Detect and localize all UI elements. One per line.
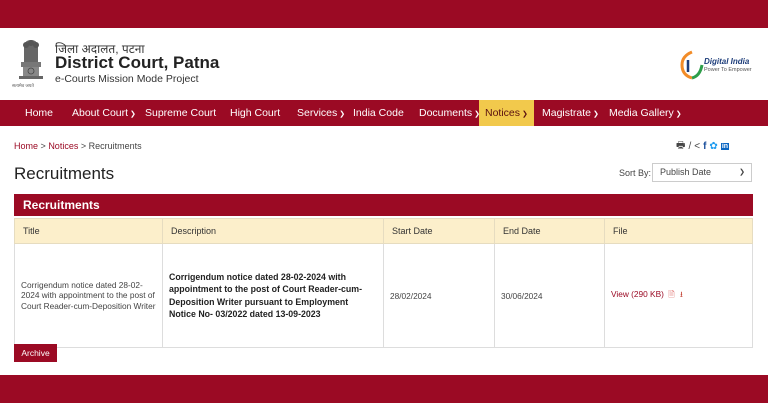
column-header-file: File <box>604 218 753 244</box>
view-file-link[interactable]: View (290 KB) <box>611 289 664 299</box>
main-nav: Home About Court ❯ Supreme Court High Cou… <box>0 100 768 126</box>
chevron-down-icon: ❯ <box>339 111 346 118</box>
digital-india-title: Digital India <box>704 57 750 66</box>
print-icon[interactable]: 🖶 <box>676 138 685 155</box>
sort-select-value: Publish Date <box>660 167 712 177</box>
archive-button[interactable]: Archive <box>14 344 57 362</box>
sort-label: Sort By: <box>619 168 652 178</box>
row-end-date: 30/06/2024 <box>494 243 605 348</box>
twitter-icon[interactable]: ✿ <box>709 141 717 152</box>
row-start-date: 28/02/2024 <box>383 243 495 348</box>
breadcrumb-home[interactable]: Home <box>14 141 38 151</box>
emblem-caption: सत्यमेव जयते <box>12 83 34 88</box>
top-strip <box>0 0 768 28</box>
sort-select[interactable]: Publish Date ❯ <box>652 163 752 182</box>
nav-notices[interactable]: Notices ❯ <box>479 100 534 126</box>
pdf-icon: 🗎 <box>668 289 675 299</box>
nav-documents-label: Documents <box>419 107 473 119</box>
breadcrumb-current: Recruitments <box>88 141 142 151</box>
breadcrumb-separator: > <box>80 141 87 151</box>
share-bar: 🖶 / < f ✿ in <box>676 138 730 155</box>
footer <box>0 375 768 403</box>
download-icon[interactable]: ⭳ <box>680 290 683 299</box>
nav-documents[interactable]: Documents ❯ <box>419 100 480 126</box>
project-subtitle: e-Courts Mission Mode Project <box>55 73 199 85</box>
nav-home[interactable]: Home <box>25 100 53 126</box>
nav-india-code-label: India Code <box>353 107 404 119</box>
column-header-end-date: End Date <box>494 218 605 244</box>
column-header-description: Description <box>162 218 384 244</box>
chevron-down-icon: ❯ <box>739 169 745 176</box>
chevron-down-icon: ❯ <box>522 111 528 118</box>
nav-services-label: Services <box>297 107 338 119</box>
breadcrumb: Home > Notices > Recruitments <box>14 141 142 151</box>
nav-media-gallery[interactable]: Media Gallery ❯ <box>609 100 682 126</box>
nav-about-court-label: About Court <box>72 107 129 119</box>
court-name[interactable]: District Court, Patna <box>55 53 219 73</box>
digital-india-subtitle: Power To Empower <box>704 67 752 73</box>
facebook-icon[interactable]: f <box>703 141 706 152</box>
row-title: Corrigendum notice dated 28-02-2024 with… <box>14 243 163 348</box>
site-header: सत्यमेव जयते जिला अदालत, पटना District C… <box>0 28 768 100</box>
nav-supreme-court[interactable]: Supreme Court <box>145 100 216 126</box>
breadcrumb-separator: > <box>40 141 46 151</box>
nav-high-court-label: High Court <box>230 107 281 119</box>
nav-about-court[interactable]: About Court ❯ <box>72 100 136 126</box>
table-row: Corrigendum notice dated 28-02-2024 with… <box>14 243 753 348</box>
nav-services[interactable]: Services ❯ <box>297 100 345 126</box>
linkedin-icon[interactable]: in <box>720 143 730 150</box>
recruitments-table: Title Description Start Date End Date Fi… <box>14 218 753 348</box>
column-header-title: Title <box>14 218 163 244</box>
row-description: Corrigendum notice dated 28-02-2024 with… <box>162 243 384 348</box>
table-header-row: Title Description Start Date End Date Fi… <box>14 218 753 244</box>
nav-home-label: Home <box>25 107 54 119</box>
panel-heading: Recruitments <box>14 194 753 216</box>
row-file: View (290 KB) 🗎 ⭳ <box>604 243 753 348</box>
nav-magistrate[interactable]: Magistrate ❯ <box>542 100 599 126</box>
breadcrumb-notices[interactable]: Notices <box>48 141 78 151</box>
nav-notices-label: Notices <box>485 107 521 119</box>
share-icon[interactable]: < <box>694 141 700 152</box>
chevron-down-icon: ❯ <box>675 111 682 118</box>
chevron-down-icon: ❯ <box>130 111 136 118</box>
nav-media-gallery-label: Media Gallery <box>609 107 674 119</box>
nav-magistrate-label: Magistrate <box>542 107 592 119</box>
nav-india-code[interactable]: India Code <box>353 100 404 126</box>
nav-supreme-court-label: Supreme Court <box>145 107 217 119</box>
chevron-down-icon: ❯ <box>593 111 599 118</box>
divider: / <box>688 141 692 152</box>
nav-high-court[interactable]: High Court <box>230 100 280 126</box>
column-header-start-date: Start Date <box>383 218 495 244</box>
page-title: Recruitments <box>14 164 115 183</box>
